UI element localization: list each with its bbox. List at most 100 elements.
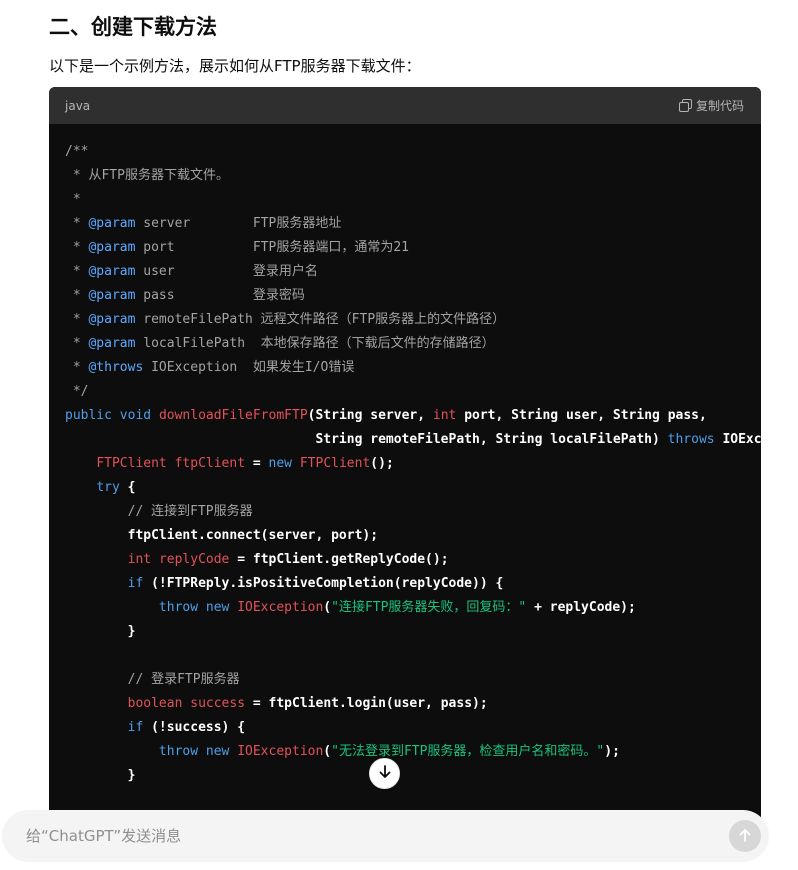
code-token: ftpClient.connect(server, port); (65, 528, 379, 543)
code-token: success (190, 696, 246, 711)
code-token: = ftpClient.getReplyCode(); (229, 552, 449, 567)
code-token: @param (88, 288, 136, 303)
code-line: throw new IOException("无法登录到FTP服务器，检查用户名… (65, 740, 761, 764)
code-line: FTPClient ftpClient = new FTPClient(); (65, 452, 761, 476)
code-token: /** (65, 144, 89, 159)
code-token: port FTP服务器端口，通常为21 (135, 240, 409, 255)
code-token: * 从FTP服务器下载文件。 (65, 168, 229, 183)
code-token: * (65, 288, 89, 303)
code-token: user 登录用户名 (135, 264, 318, 279)
code-token: } (65, 624, 136, 639)
copy-code-label: 复制代码 (695, 99, 744, 113)
code-token: // 登录FTP服务器 (65, 672, 240, 687)
send-button[interactable] (729, 820, 761, 852)
code-line: } (65, 764, 761, 788)
code-token: * (65, 192, 81, 207)
code-line: String remoteFilePath, String localFileP… (65, 428, 761, 452)
code-token: ( (323, 744, 332, 759)
code-token: ftpClient (174, 456, 246, 471)
code-line: * @throws IOException 如果发生I/O错误 (65, 356, 761, 380)
code-token: = ftpClient.login(user, pass); (245, 696, 488, 711)
code-line: throw new IOException("连接FTP服务器失败，回复码：" … (65, 596, 761, 620)
code-line: * @param remoteFilePath 远程文件路径（FTP服务器上的文… (65, 308, 761, 332)
message-input[interactable] (24, 826, 729, 846)
code-token: public (65, 408, 112, 423)
code-line: * @param localFilePath 本地保存路径（下载后文件的存储路径… (65, 332, 761, 356)
code-token: @param (88, 240, 136, 255)
code-token: { (119, 480, 136, 495)
code-token: boolean (127, 696, 183, 711)
code-line: // 连接到FTP服务器 (65, 500, 761, 524)
arrow-up-icon (738, 827, 752, 846)
code-block: java 复制代码 /** * 从FTP服务器下载文件。 * * @param … (49, 87, 761, 827)
code-line: ftpClient.connect(server, port); (65, 524, 761, 548)
code-token: (!FTPReply.isPositiveCompletion(replyCod… (143, 576, 504, 591)
code-token: @param (88, 336, 136, 351)
code-token: try (96, 480, 120, 495)
copy-code-button[interactable]: 复制代码 (678, 97, 744, 114)
code-token: * (65, 264, 89, 279)
code-token: downloadFileFromFTP (158, 408, 308, 423)
code-token: throw (158, 600, 199, 615)
code-token: ); (604, 744, 620, 759)
code-token: @throws (88, 360, 144, 375)
code-token: = (245, 456, 269, 471)
code-line: try { (65, 476, 761, 500)
code-token: FTPClient (299, 456, 371, 471)
code-line: int replyCode = ftpClient.getReplyCode()… (65, 548, 761, 572)
code-token: * (65, 360, 89, 375)
scroll-to-bottom-button[interactable] (369, 758, 400, 789)
code-line: * @param pass 登录密码 (65, 284, 761, 308)
code-line: if (!FTPReply.isPositiveCompletion(reply… (65, 572, 761, 596)
code-line: boolean success = ftpClient.login(user, … (65, 692, 761, 716)
code-token: void (119, 408, 152, 423)
code-line: * @param server FTP服务器地址 (65, 212, 761, 236)
code-token: throw (158, 744, 199, 759)
code-token: throws (667, 432, 715, 447)
code-token: ( (323, 600, 332, 615)
code-line: */ (65, 380, 761, 404)
section-heading: 二、创建下载方法 (49, 15, 217, 39)
code-token: * (65, 336, 89, 351)
code-token: (); (370, 456, 394, 471)
code-token: "无法登录到FTP服务器，检查用户名和密码。" (331, 744, 605, 759)
code-line: // 登录FTP服务器 (65, 668, 761, 692)
code-token: @param (88, 264, 136, 279)
code-token: new (205, 744, 230, 759)
code-token: if (127, 576, 144, 591)
code-token: IOException { (722, 432, 761, 447)
code-token: * (65, 312, 89, 327)
code-token: pass 登录密码 (135, 288, 305, 303)
code-token: localFilePath 本地保存路径（下载后文件的存储路径） (135, 336, 495, 351)
code-line: * @param user 登录用户名 (65, 260, 761, 284)
code-line: } (65, 620, 761, 644)
code-token: + replyCode); (526, 600, 636, 615)
code-token: if (127, 720, 144, 735)
code-content: /** * 从FTP服务器下载文件。 * * @param server FTP… (49, 124, 761, 788)
code-token: port, String user, String pass, (456, 408, 707, 423)
code-token: * (65, 216, 89, 231)
chat-page: 二、创建下载方法 以下是一个示例方法，展示如何从FTP服务器下载文件： java… (0, 0, 798, 870)
code-token: replyCode (158, 552, 230, 567)
intro-text: 以下是一个示例方法，展示如何从FTP服务器下载文件： (49, 57, 421, 75)
code-token: IOException (237, 600, 324, 615)
code-line: if (!success) { (65, 716, 761, 740)
code-token: (!success) { (143, 720, 246, 735)
code-token: server FTP服务器地址 (135, 216, 342, 231)
code-token: new (268, 456, 293, 471)
code-token: int (432, 408, 457, 423)
code-token: * (65, 240, 89, 255)
message-composer (2, 810, 769, 862)
